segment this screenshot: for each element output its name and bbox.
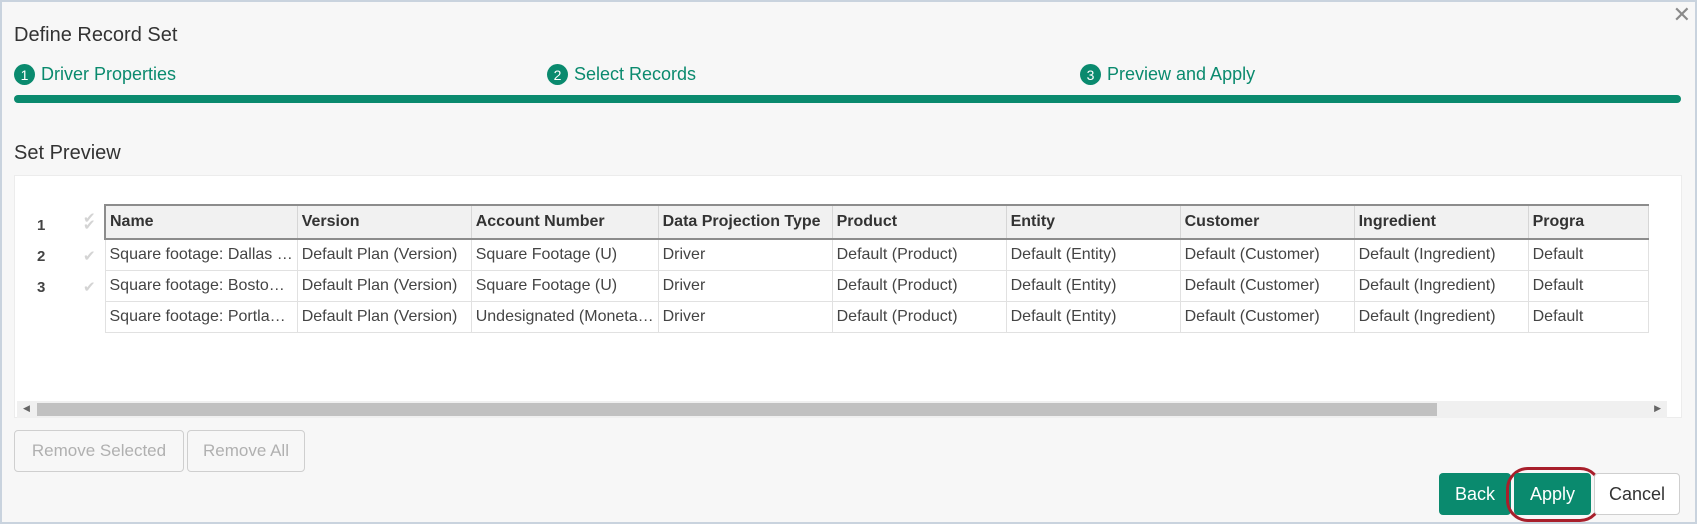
step-label: Select Records <box>574 64 697 84</box>
cell-program[interactable]: Default <box>1527 269 1649 302</box>
grid-viewport: ✔ 1 ✔ 2 ✔ 3 ✔ Name Version Account Numbe… <box>15 176 1671 336</box>
step-select-records[interactable]: 2 Select Records <box>547 64 696 85</box>
cell-name[interactable]: Square footage: Dallas … <box>104 238 298 271</box>
cell-version[interactable]: Default Plan (Version) <box>296 269 472 302</box>
scroll-right-icon[interactable]: ▶ <box>1654 403 1661 414</box>
dialog-title: Define Record Set <box>14 24 178 46</box>
cell-account-number[interactable]: Square Footage (U) <box>470 269 659 302</box>
cell-customer[interactable]: Default (Customer) <box>1179 238 1355 271</box>
step-label: Preview and Apply <box>1107 64 1256 84</box>
row-number: 1 <box>37 217 46 234</box>
column-header-product[interactable]: Product <box>831 204 1007 240</box>
table-row[interactable]: Square footage: Portla… Default Plan (Ve… <box>104 300 1649 333</box>
column-header-data-projection-type[interactable]: Data Projection Type <box>657 204 833 240</box>
cell-customer[interactable]: Default (Customer) <box>1179 300 1355 333</box>
cell-ingredient[interactable]: Default (Ingredient) <box>1353 238 1529 271</box>
preview-table: Name Version Account Number Data Project… <box>103 204 1649 333</box>
cell-data-projection-type[interactable]: Driver <box>657 269 833 302</box>
step-driver-properties[interactable]: 1 Driver Properties <box>14 64 176 85</box>
row-header[interactable]: 3 ✔ <box>15 272 105 303</box>
wizard-progress-bar <box>14 95 1681 103</box>
column-header-account-number[interactable]: Account Number <box>470 204 659 240</box>
row-number: 3 <box>37 279 46 296</box>
scrollbar-thumb[interactable] <box>37 403 1437 416</box>
cell-product[interactable]: Default (Product) <box>831 238 1007 271</box>
cell-name[interactable]: Square footage: Bosto… <box>104 269 298 302</box>
column-header-customer[interactable]: Customer <box>1179 204 1355 240</box>
apply-button[interactable]: Apply <box>1514 473 1591 515</box>
table-row[interactable]: Square footage: Dallas … Default Plan (V… <box>104 238 1649 271</box>
column-header-program[interactable]: Progra <box>1527 204 1649 240</box>
cell-entity[interactable]: Default (Entity) <box>1005 300 1181 333</box>
remove-selected-button[interactable]: Remove Selected <box>14 430 184 472</box>
row-check-icon[interactable]: ✔ <box>83 216 96 234</box>
row-header[interactable]: 1 ✔ <box>15 210 105 241</box>
cell-customer[interactable]: Default (Customer) <box>1179 269 1355 302</box>
step-number-badge: 2 <box>547 64 568 85</box>
step-preview-and-apply[interactable]: 3 Preview and Apply <box>1080 64 1255 85</box>
step-number-badge: 3 <box>1080 64 1101 85</box>
cell-version[interactable]: Default Plan (Version) <box>296 238 472 271</box>
section-title: Set Preview <box>14 142 121 164</box>
cell-product[interactable]: Default (Product) <box>831 300 1007 333</box>
back-button[interactable]: Back <box>1439 473 1511 515</box>
row-header[interactable]: 2 ✔ <box>15 241 105 272</box>
row-number: 2 <box>37 248 46 265</box>
cell-ingredient[interactable]: Default (Ingredient) <box>1353 300 1529 333</box>
horizontal-scrollbar[interactable]: ◀ ▶ <box>17 401 1667 418</box>
row-check-icon[interactable]: ✔ <box>83 278 96 296</box>
define-record-set-dialog: ✕ Define Record Set 1 Driver Properties … <box>0 0 1697 524</box>
cell-version[interactable]: Default Plan (Version) <box>296 300 472 333</box>
table-row[interactable]: Square footage: Bosto… Default Plan (Ver… <box>104 269 1649 302</box>
table-header-row: Name Version Account Number Data Project… <box>103 204 1649 240</box>
step-number-badge: 1 <box>14 64 35 85</box>
row-check-icon[interactable]: ✔ <box>83 247 96 265</box>
column-header-version[interactable]: Version <box>296 204 472 240</box>
cancel-button[interactable]: Cancel <box>1594 473 1680 515</box>
remove-all-button[interactable]: Remove All <box>187 430 305 472</box>
cell-program[interactable]: Default <box>1527 300 1649 333</box>
set-preview-grid: ✔ 1 ✔ 2 ✔ 3 ✔ Name Version Account Numbe… <box>14 175 1682 418</box>
column-header-ingredient[interactable]: Ingredient <box>1353 204 1529 240</box>
cell-name[interactable]: Square footage: Portla… <box>104 300 298 333</box>
cell-account-number[interactable]: Square Footage (U) <box>470 238 659 271</box>
scroll-left-icon[interactable]: ◀ <box>23 403 30 414</box>
close-icon[interactable]: ✕ <box>1673 4 1691 26</box>
cell-account-number[interactable]: Undesignated (Moneta… <box>470 300 659 333</box>
cell-program[interactable]: Default <box>1527 238 1649 271</box>
step-label: Driver Properties <box>41 64 177 84</box>
column-header-name[interactable]: Name <box>103 204 298 240</box>
cell-ingredient[interactable]: Default (Ingredient) <box>1353 269 1529 302</box>
cell-entity[interactable]: Default (Entity) <box>1005 238 1181 271</box>
cell-data-projection-type[interactable]: Driver <box>657 300 833 333</box>
cell-product[interactable]: Default (Product) <box>831 269 1007 302</box>
column-header-entity[interactable]: Entity <box>1005 204 1181 240</box>
cell-data-projection-type[interactable]: Driver <box>657 238 833 271</box>
cell-entity[interactable]: Default (Entity) <box>1005 269 1181 302</box>
